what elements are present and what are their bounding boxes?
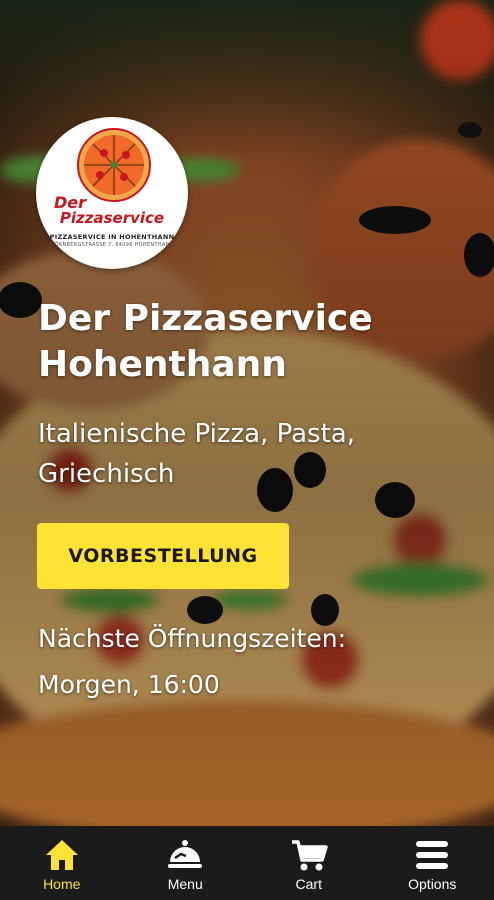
- bottom-navigation: Home Menu Cart Options: [0, 826, 494, 900]
- nav-item-home[interactable]: Home: [0, 826, 124, 900]
- restaurant-logo: Der Pizzaservice PIZZASERVICE IN HOHENTH…: [36, 117, 188, 269]
- nav-item-label: Menu: [167, 876, 203, 892]
- nav-item-label: Cart: [295, 876, 322, 892]
- logo-tagline: PIZZASERVICE IN HOHENTHANN: [49, 233, 175, 241]
- logo-name-line2: Pizzaservice: [59, 209, 165, 227]
- nav-item-cart[interactable]: Cart: [247, 826, 371, 900]
- nav-item-label: Options: [408, 876, 457, 892]
- restaurant-title: Der Pizzaservice Hohenthann: [38, 298, 373, 385]
- opening-hours-label: Nächste Öffnungszeiten:: [38, 624, 346, 653]
- cart-icon: [289, 836, 329, 874]
- home-icon: [42, 836, 82, 874]
- cloche-icon: [165, 836, 205, 874]
- nav-item-menu[interactable]: Menu: [124, 826, 248, 900]
- logo-address: DÖRNBERGSTRASSE 7, 84098 HOHENTHANN: [50, 242, 174, 248]
- nav-item-options[interactable]: Options: [371, 826, 494, 900]
- opening-hours-value: Morgen, 16:00: [38, 670, 220, 699]
- nav-item-label: Home: [43, 876, 81, 892]
- hamburger-menu-icon: [412, 836, 452, 874]
- preorder-button[interactable]: VORBESTELLUNG: [37, 523, 289, 589]
- hero-section: Der Pizzaservice PIZZASERVICE IN HOHENTH…: [0, 0, 494, 826]
- cuisine-subtitle: Italienische Pizza, Pasta, Griechisch: [38, 419, 355, 489]
- opening-hours: Nächste Öffnungszeiten: Morgen, 16:00: [38, 616, 478, 708]
